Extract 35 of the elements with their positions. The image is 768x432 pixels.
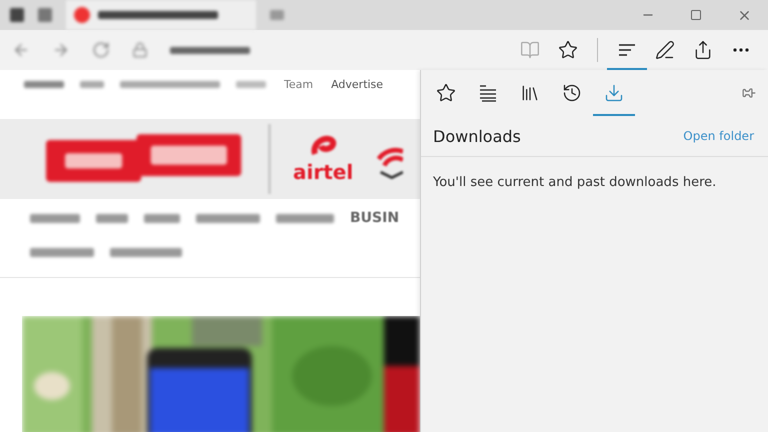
blurred-text: [276, 214, 334, 223]
list-icon: [478, 83, 498, 103]
pin-button[interactable]: [742, 86, 756, 100]
blurred-text: [196, 214, 260, 223]
top-link[interactable]: Team: [284, 78, 314, 92]
pin-icon: [742, 86, 756, 100]
share-icon: [693, 40, 713, 60]
blurred-text: [144, 214, 180, 223]
open-folder-link[interactable]: Open folder: [683, 129, 754, 143]
nav-link[interactable]: BUSIN: [350, 210, 400, 226]
blurred-text: [30, 214, 80, 223]
empty-message: You'll see current and past downloads here.: [433, 175, 718, 190]
blurred-text: [24, 81, 64, 88]
star-icon: [558, 40, 578, 60]
sponsor-logo[interactable]: airtel: [293, 160, 354, 184]
pen-icon: [655, 40, 675, 60]
tab-icon[interactable]: [38, 8, 52, 22]
lock-icon: [132, 42, 148, 58]
blurred-text: [30, 248, 94, 257]
tab-icon[interactable]: [10, 8, 24, 22]
blurred-text: [110, 248, 182, 257]
star-icon: [436, 83, 456, 103]
maximize-icon: [690, 9, 702, 21]
panel-title: Downloads: [433, 126, 521, 146]
more-icon: [733, 48, 749, 52]
blurred-text: [96, 214, 128, 223]
history-icon: [562, 83, 582, 103]
address-text[interactable]: [170, 46, 250, 54]
browser-tab[interactable]: [66, 0, 256, 30]
blurred-text: [80, 81, 104, 88]
download-icon: [604, 83, 624, 103]
blurred-text: [236, 81, 266, 88]
books-icon: [520, 83, 540, 103]
reading-view-icon: [520, 40, 540, 60]
top-link[interactable]: Advertise: [331, 78, 384, 92]
